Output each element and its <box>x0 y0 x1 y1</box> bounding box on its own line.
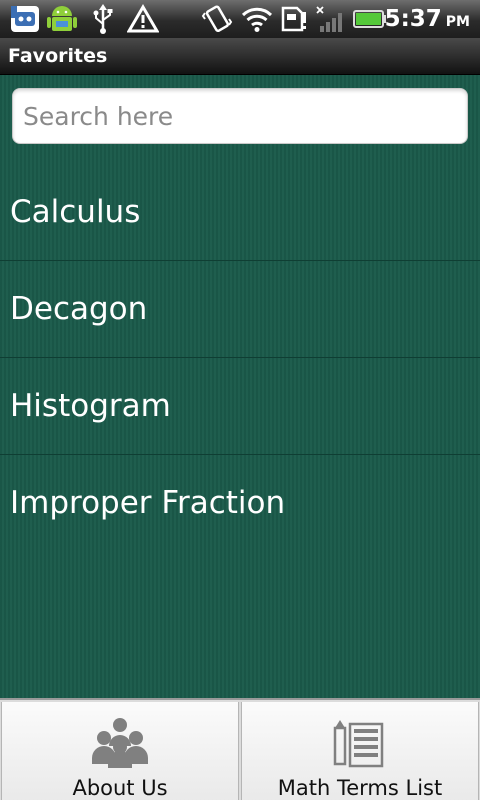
vibrate-icon <box>200 3 234 35</box>
list-item[interactable]: Histogram <box>0 358 480 455</box>
tab-about-us[interactable]: About Us <box>1 702 239 800</box>
page-title: Favorites <box>8 45 108 67</box>
list-item-label: Calculus <box>10 194 141 230</box>
status-bar: 5:37 PM <box>0 0 480 38</box>
bbm-icon <box>8 3 42 35</box>
search-box <box>12 88 468 144</box>
bottom-tab-bar: About Us Math Terms List <box>0 698 480 800</box>
android-icon <box>44 3 80 35</box>
list-item[interactable]: Decagon <box>0 261 480 358</box>
list-item-label: Histogram <box>10 388 171 424</box>
sd-card-icon <box>278 3 308 35</box>
list-icon <box>330 716 390 768</box>
title-bar: Favorites <box>0 38 480 75</box>
search-input[interactable] <box>12 88 468 144</box>
wifi-icon <box>240 3 274 35</box>
tab-math-terms-list[interactable]: Math Terms List <box>241 702 479 800</box>
clock: 5:37 PM <box>385 0 470 38</box>
battery-icon <box>352 3 388 35</box>
signal-icon <box>313 3 345 35</box>
list-item[interactable]: Calculus <box>0 164 480 261</box>
favorites-list: Calculus Decagon Histogram Improper Frac… <box>0 164 480 551</box>
tab-label: Math Terms List <box>277 776 443 800</box>
list-item[interactable]: Improper Fraction <box>0 455 480 551</box>
usb-icon <box>90 3 116 35</box>
clock-ampm: PM <box>445 14 470 30</box>
list-item-label: Decagon <box>10 291 148 327</box>
tab-label: About Us <box>72 776 168 800</box>
warning-icon <box>126 3 160 35</box>
people-icon <box>90 716 150 768</box>
favorites-screen: Calculus Decagon Histogram Improper Frac… <box>0 75 480 698</box>
clock-time: 5:37 <box>384 6 442 32</box>
list-item-label: Improper Fraction <box>10 485 286 521</box>
